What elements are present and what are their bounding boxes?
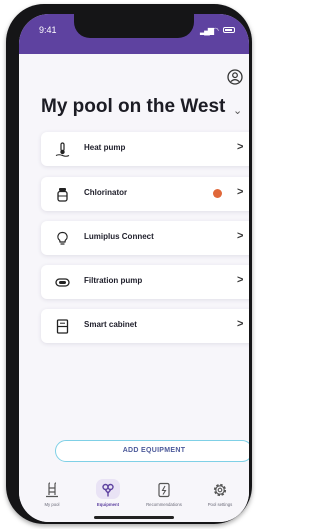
chevron-right-icon: >	[237, 141, 244, 153]
cabinet-icon	[56, 319, 69, 334]
equipment-item-lumiplus-connect[interactable]: Lumiplus Connect >	[41, 221, 249, 255]
page-title[interactable]: My pool on the West	[41, 96, 225, 118]
recommendations-icon	[158, 482, 170, 498]
equipment-item-chlorinator[interactable]: Chlorinator >	[41, 177, 249, 211]
screen: 9:41 ▂▄▆ ◠ My pool on the West ⌄ Heat pu…	[19, 14, 249, 522]
bulb-icon	[57, 231, 68, 245]
alert-indicator	[213, 189, 222, 198]
equipment-label: Smart cabinet	[84, 320, 137, 329]
tab-label: Equipment	[96, 502, 120, 507]
tab-label: Pool settings	[207, 502, 233, 507]
equipment-icon	[102, 483, 114, 497]
chevron-right-icon: >	[237, 186, 244, 198]
heat-pump-icon	[55, 142, 70, 157]
tab-my-pool[interactable]: My pool	[27, 476, 77, 518]
equipment-item-heat-pump[interactable]: Heat pump >	[41, 132, 249, 166]
tab-pool-settings[interactable]: Pool settings	[195, 476, 245, 518]
tab-recommendations[interactable]: Recommendations	[139, 476, 189, 518]
equipment-label: Chlorinator	[84, 188, 128, 197]
equipment-label: Filtration pump	[84, 276, 143, 285]
add-equipment-button[interactable]: ADD EQUIPMENT	[55, 440, 249, 462]
wifi-icon: ◠	[212, 26, 219, 35]
tab-equipment[interactable]: Equipment	[83, 476, 133, 518]
settings-gear-icon	[213, 483, 227, 497]
equipment-label: Lumiplus Connect	[84, 232, 154, 241]
equipment-item-filtration-pump[interactable]: Filtration pump >	[41, 265, 249, 299]
chlorinator-icon	[57, 188, 68, 202]
phone-frame: 9:41 ▂▄▆ ◠ My pool on the West ⌄ Heat pu…	[6, 4, 252, 524]
chevron-right-icon: >	[237, 230, 244, 242]
notch	[74, 14, 194, 38]
chevron-right-icon: >	[237, 318, 244, 330]
signal-icon: ▂▄▆	[200, 26, 214, 35]
user-account-icon[interactable]	[227, 69, 243, 85]
status-header: 9:41 ▂▄▆ ◠	[19, 14, 249, 54]
home-indicator	[94, 516, 174, 519]
pool-select-chevron-icon[interactable]: ⌄	[233, 104, 242, 117]
chevron-right-icon: >	[237, 274, 244, 286]
equipment-item-smart-cabinet[interactable]: Smart cabinet >	[41, 309, 249, 343]
pool-ladder-icon	[46, 482, 58, 498]
tab-label: My pool	[44, 502, 60, 507]
pump-icon	[55, 278, 70, 287]
tab-label: Recommendations	[146, 502, 182, 507]
status-time: 9:41	[39, 25, 57, 35]
battery-icon	[223, 27, 235, 33]
equipment-label: Heat pump	[84, 143, 126, 152]
